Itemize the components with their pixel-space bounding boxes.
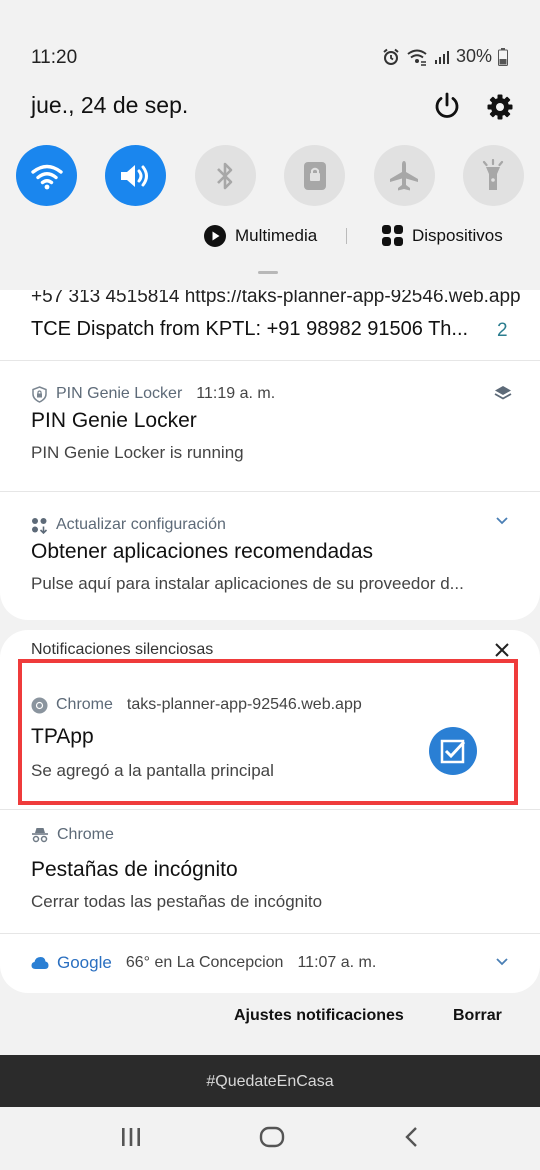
app-name: Google — [57, 953, 112, 972]
wifi-calling-icon — [406, 48, 428, 66]
notification-group: +57 313 4515814 https://taks-planner-app… — [0, 290, 540, 620]
date-label: jue., 24 de sep. — [31, 92, 189, 118]
notification-body: Cerrar todas las pestañas de incógnito — [31, 892, 323, 911]
notification-header: Google 66° en La Concepcion 11:07 a. m. — [31, 953, 376, 973]
bluetooth-toggle[interactable] — [194, 145, 256, 206]
panel-handle[interactable] — [258, 271, 278, 274]
notification-header: Chrome — [31, 826, 114, 844]
alarm-icon — [382, 48, 400, 66]
devices-label: Dispositivos — [412, 225, 503, 245]
recents-button[interactable] — [120, 1126, 142, 1153]
power-icon — [435, 92, 459, 118]
incognito-icon — [32, 828, 48, 843]
notification-body: Pulse aquí para instalar aplicaciones de… — [31, 574, 464, 593]
rotation-lock-toggle[interactable] — [284, 145, 346, 206]
rotation-lock-icon — [303, 161, 326, 190]
notification-header: PIN Genie Locker 11:19 a. m. — [31, 385, 275, 403]
back-icon — [405, 1127, 417, 1147]
status-bar: 11:20 30% — [0, 0, 540, 90]
clear-all-button[interactable]: Borrar — [453, 1007, 502, 1025]
app-name: Chrome — [57, 826, 114, 843]
signal-icon — [434, 49, 450, 65]
sound-toggle[interactable] — [105, 145, 167, 206]
devices-icon — [382, 225, 403, 246]
chevron-down-icon[interactable] — [494, 512, 510, 533]
back-button[interactable] — [403, 1126, 421, 1153]
notification-title: Pestañas de incógnito — [31, 858, 238, 881]
flashlight-icon — [483, 158, 504, 190]
notification-time: 11:07 a. m. — [297, 954, 377, 971]
layers-icon — [494, 385, 512, 406]
notification-chrome-incognito[interactable]: Chrome Pestañas de incógnito Cerrar toda… — [0, 810, 540, 935]
home-icon — [259, 1126, 285, 1148]
wifi-toggle[interactable] — [16, 145, 77, 206]
navigation-bar — [0, 1107, 540, 1170]
notification-sms-line1: +57 313 4515814 https://taks-planner-app… — [31, 290, 521, 307]
app-name: Actualizar configuración — [56, 516, 226, 533]
recents-icon — [122, 1128, 140, 1146]
notification-footer: Ajustes notificaciones Borrar — [0, 993, 540, 1055]
airplane-mode-toggle[interactable] — [373, 145, 435, 206]
notification-update-config[interactable]: Actualizar configuración Obtener aplicac… — [0, 492, 540, 620]
airplane-icon — [390, 160, 419, 190]
chevron-down-icon[interactable] — [494, 953, 510, 974]
silent-notifications-group: Notificaciones silenciosas Chrome taks-p… — [0, 630, 540, 993]
notification-pin-genie[interactable]: PIN Genie Locker 11:19 a. m. PIN Genie L… — [0, 361, 540, 491]
home-button[interactable] — [259, 1126, 285, 1153]
cloud-icon — [31, 957, 49, 969]
multimedia-label: Multimedia — [235, 226, 318, 245]
battery-icon — [498, 47, 508, 66]
notification-title: PIN Genie Locker — [31, 409, 197, 432]
notification-time: 11:19 a. m. — [196, 385, 276, 402]
bluetooth-icon — [217, 162, 233, 189]
settings-button[interactable] — [486, 93, 514, 121]
status-time: 11:20 — [31, 47, 78, 68]
play-icon — [204, 225, 226, 247]
lock-icon — [32, 385, 47, 403]
silent-section-label: Notificaciones silenciosas — [31, 641, 214, 658]
notification-settings-button[interactable]: Ajustes notificaciones — [234, 1007, 404, 1025]
app-name: PIN Genie Locker — [56, 385, 183, 402]
status-icons: 30% — [382, 46, 508, 67]
media-separator — [346, 228, 347, 244]
multimedia-button[interactable]: Multimedia — [204, 225, 317, 247]
highlight-box — [18, 659, 518, 805]
notification-sms-title: TCE Dispatch from KPTL: +91 98982 91506 … — [31, 318, 469, 340]
devices-button[interactable]: Dispositivos — [382, 225, 503, 246]
weather-text: 66° en La Concepcion — [125, 954, 284, 971]
volume-icon — [120, 164, 148, 187]
wifi-icon — [30, 164, 63, 189]
flashlight-toggle[interactable] — [462, 145, 524, 206]
power-button[interactable] — [432, 91, 462, 121]
apps-update-icon — [32, 517, 48, 534]
hashtag-text: #QuedateEnCasa — [206, 1073, 334, 1090]
media-row: Multimedia Dispositivos — [0, 225, 540, 251]
quick-settings-row — [16, 145, 524, 206]
notification-count: 2 — [497, 320, 508, 341]
notification-google-weather[interactable]: Google 66° en La Concepcion 11:07 a. m. — [0, 934, 540, 993]
notification-header: Actualizar configuración — [31, 516, 226, 534]
notification-title: Obtener aplicaciones recomendadas — [31, 540, 374, 563]
settings-icon — [487, 94, 513, 120]
notification-body: PIN Genie Locker is running — [31, 443, 244, 462]
battery-percent: 30% — [455, 46, 492, 66]
notification-sms[interactable]: +57 313 4515814 https://taks-planner-app… — [0, 290, 540, 360]
